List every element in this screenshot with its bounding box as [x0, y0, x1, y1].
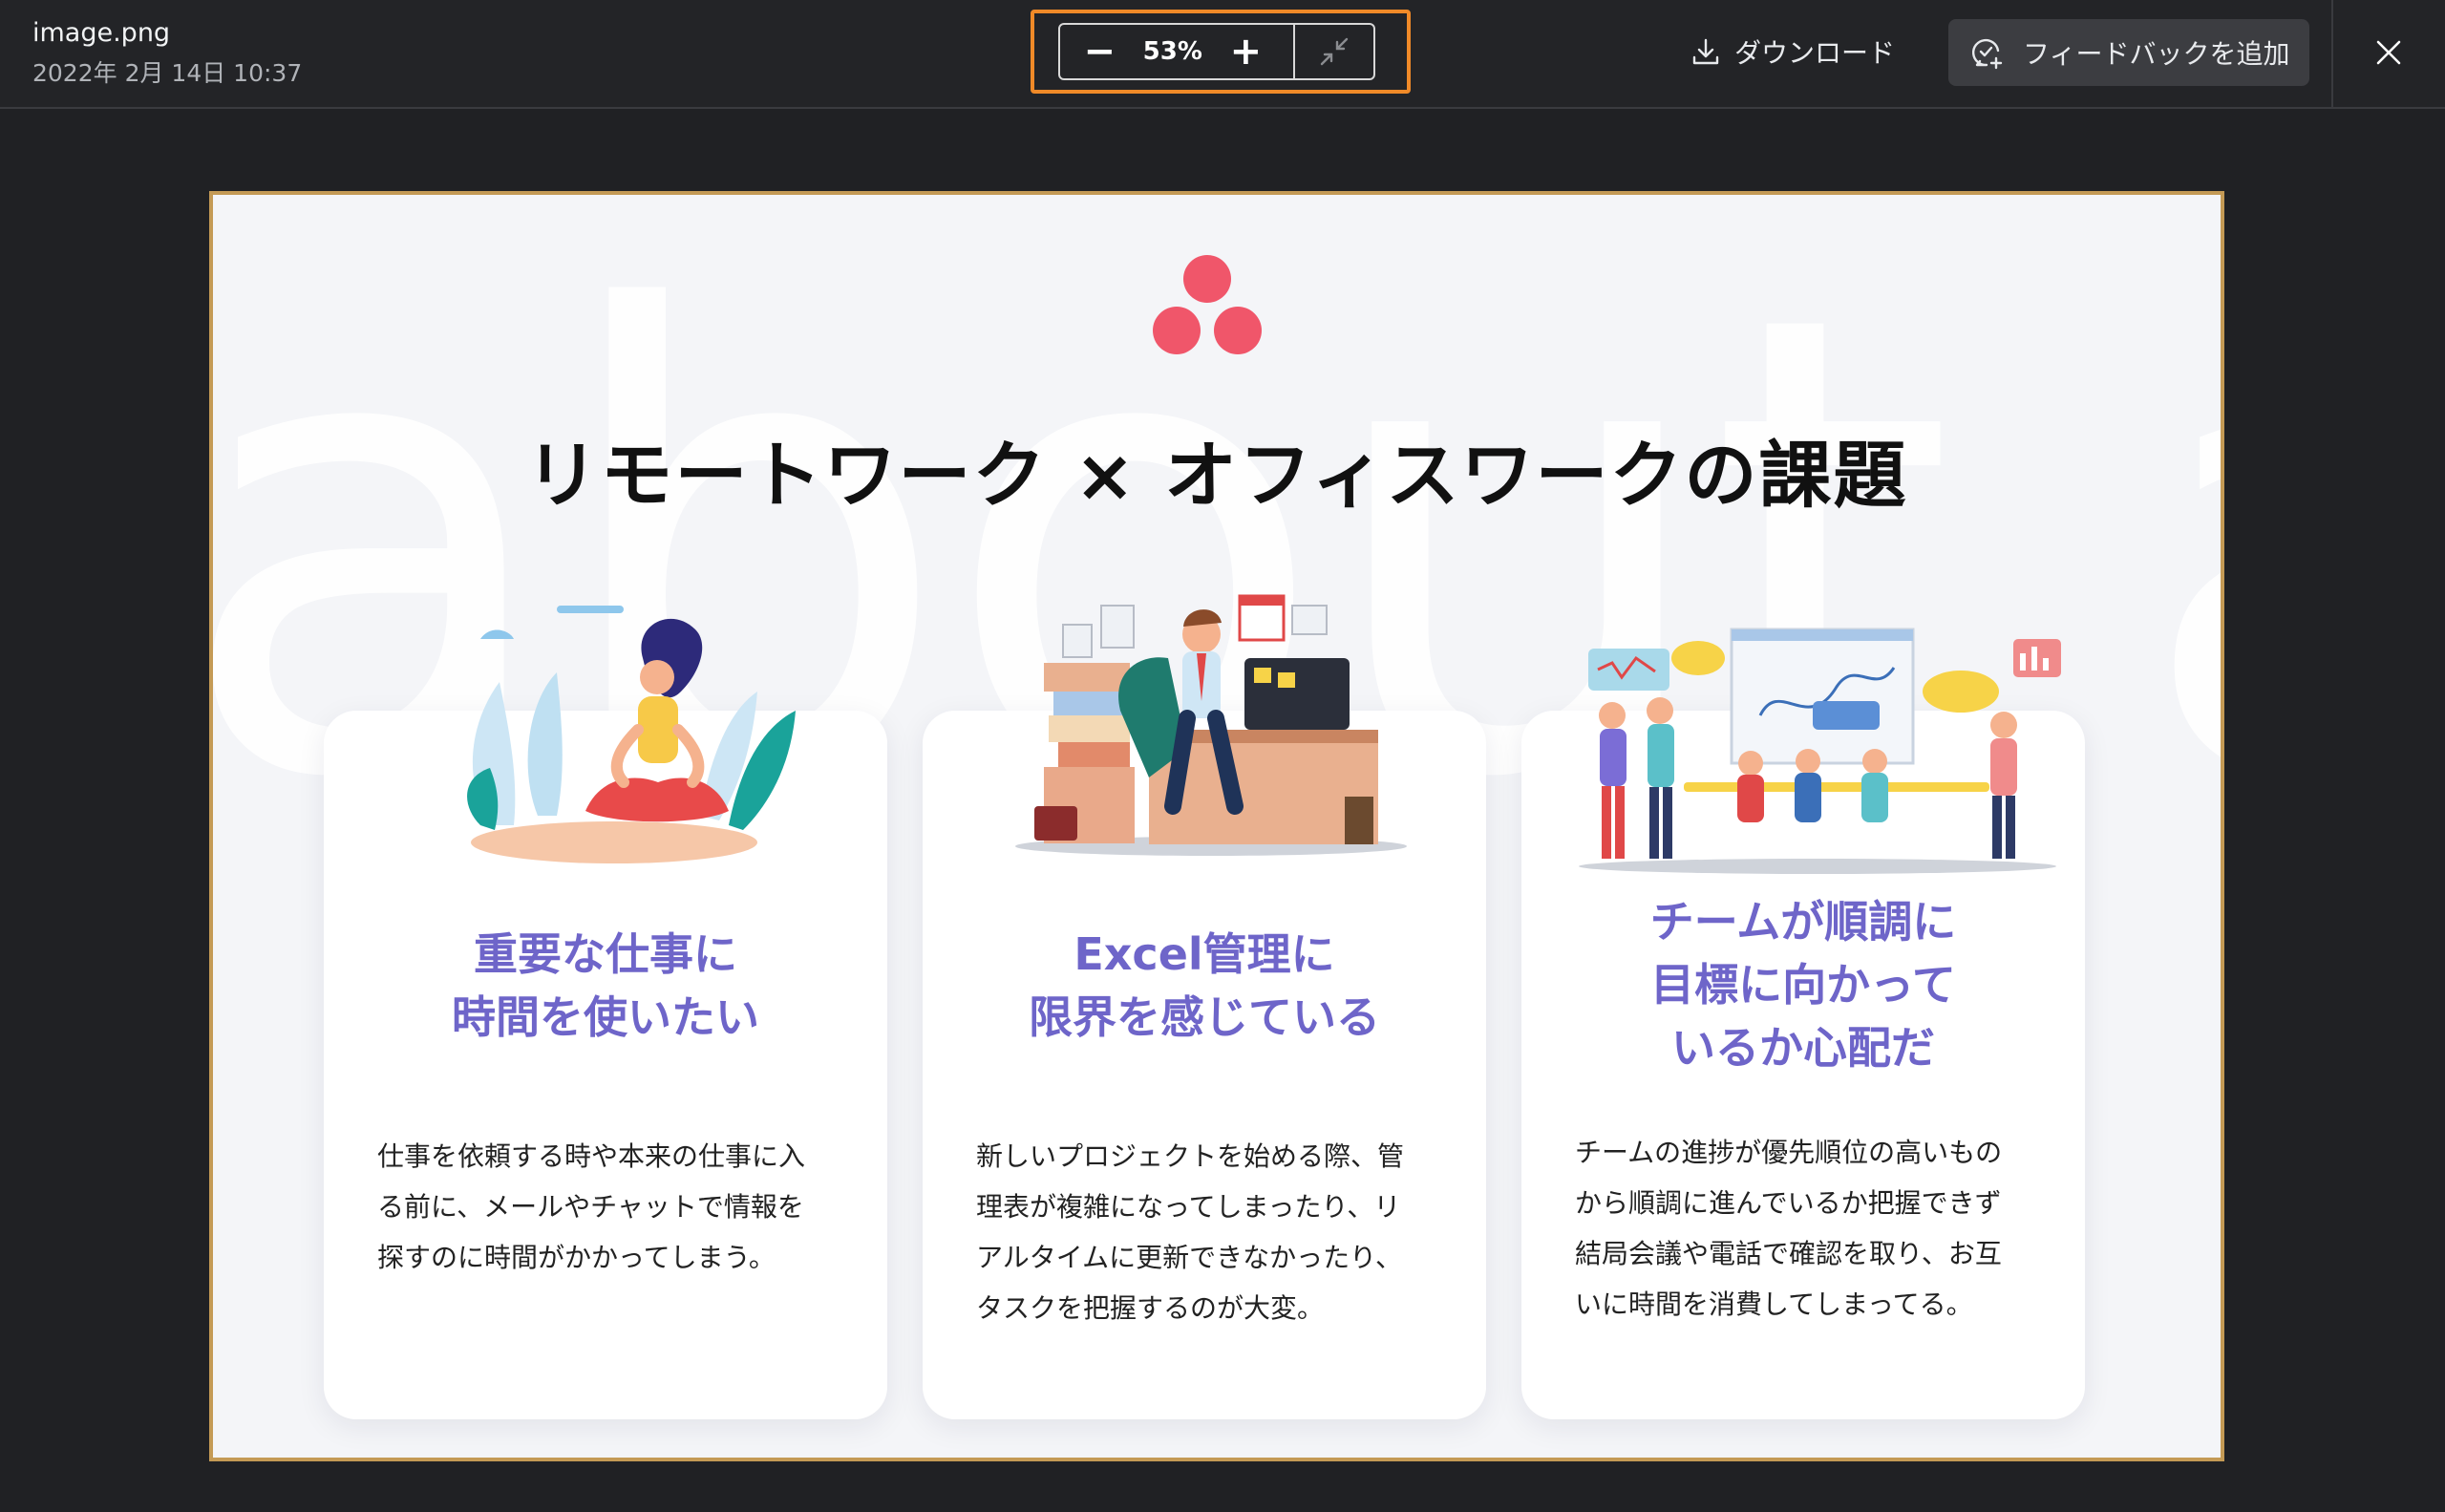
zoom-control: − 53% + [1058, 23, 1375, 80]
zoom-in-button[interactable]: + [1206, 25, 1285, 78]
card-description-line: 仕事を依頼する時や本来の仕事に入 [377, 1140, 806, 1172]
card-description-line: アルタイムに更新できなかったり、 [976, 1242, 1403, 1273]
toolbar-divider [2331, 0, 2333, 109]
office-worker-illustration [1015, 594, 1407, 856]
card-heading: Excel管理に 限界を感じている [923, 923, 1486, 1049]
image-preview: about asa リモートワーク × オフィスワークの課題 重要な仕事に 時間… [209, 191, 2224, 1461]
download-icon [1692, 38, 1719, 65]
fit-to-window-button[interactable] [1295, 25, 1373, 78]
card-heading-line: Excel管理に [1074, 928, 1335, 980]
card-heading-line: 限界を感じている [1029, 991, 1380, 1043]
meditation-illustration [467, 606, 796, 863]
viewer-toolbar: image.png 2022年 2月 14日 10:37 − 53% + ダウン… [0, 0, 2445, 109]
card-heading-line: 重要な仕事に [474, 928, 737, 980]
card-heading: チームが順調に 目標に向かって いるか心配だ [1521, 890, 2085, 1079]
fit-to-window-icon [1320, 37, 1348, 66]
card-description: 新しいプロジェクトを始める際、管 理表が複雑になってしまったり、リ アルタイムに… [976, 1131, 1438, 1333]
card-heading-line: 目標に向かって [1650, 959, 1956, 1011]
add-feedback-button[interactable]: フィードバックを追加 [1948, 19, 2309, 86]
card-heading-line: チームが順調に [1649, 896, 1957, 948]
card-heading-line: いるか心配だ [1671, 1022, 1935, 1074]
asana-logo-icon [1153, 255, 1262, 354]
zoom-level: 53% [1142, 37, 1202, 66]
card-description: 仕事を依頼する時や本来の仕事に入 る前に、メールやチャットで情報を 探すのに時間… [377, 1131, 840, 1283]
feedback-icon [1971, 38, 2003, 70]
card-description-line: から順調に進んでいるか把握できず [1575, 1187, 2002, 1219]
file-name: image.png [32, 18, 171, 48]
file-date: 2022年 2月 14日 10:37 [32, 59, 303, 87]
team-meeting-illustration [1579, 628, 2061, 874]
download-button[interactable]: ダウンロード [1690, 27, 1895, 76]
card-description-line: タスクを把握するのが大変。 [976, 1292, 1325, 1324]
card-heading-line: 時間を使いたい [452, 991, 759, 1043]
card-description-line: 結局会議や電話で確認を取り、お互 [1575, 1238, 2002, 1269]
card-description: チームの進捗が優先順位の高いもの から順調に進んでいるか把握できず 結局会議や電… [1575, 1127, 2037, 1330]
file-info: image.png 2022年 2月 14日 10:37 [32, 17, 302, 90]
card-heading: 重要な仕事に 時間を使いたい [324, 923, 887, 1049]
card-description-line: 新しいプロジェクトを始める際、管 [976, 1140, 1405, 1172]
add-feedback-label: フィードバックを追加 [2023, 38, 2290, 70]
close-icon [2376, 40, 2401, 65]
card-description-line: いに時間を消費してしまってる。 [1575, 1288, 1973, 1320]
slide-title: リモートワーク × オフィスワークの課題 [525, 433, 1908, 518]
card-description-line: 理表が複雑になってしまったり、リ [976, 1191, 1401, 1223]
card-description-line: チームの進捗が優先順位の高いもの [1575, 1137, 2003, 1168]
card-description-line: 探すのに時間がかかってしまう。 [377, 1242, 776, 1273]
close-button[interactable] [2359, 23, 2418, 82]
download-label: ダウンロード [1734, 37, 1896, 69]
card-description-line: る前に、メールやチャットで情報を [377, 1191, 804, 1223]
zoom-out-button[interactable]: − [1060, 25, 1138, 78]
